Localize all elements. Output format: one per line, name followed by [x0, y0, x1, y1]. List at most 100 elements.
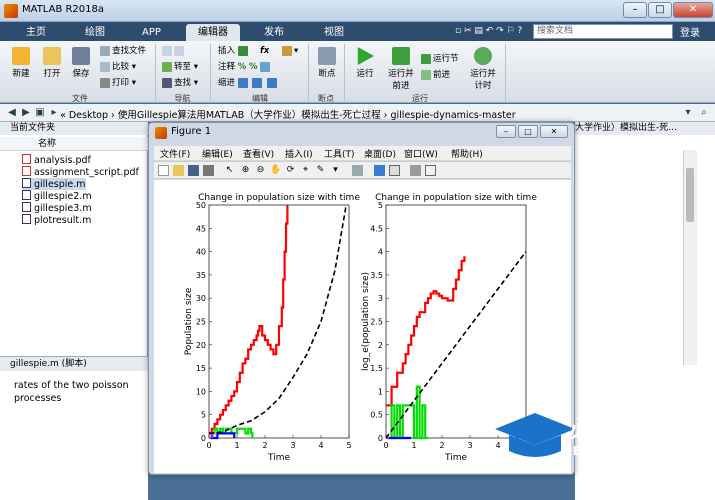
new-button[interactable]: 新建	[4, 47, 38, 79]
print-button[interactable]: 打印 ▾	[100, 77, 136, 90]
file-item[interactable]: plotresult.m	[22, 214, 91, 226]
chart-title: Change in population size with time	[375, 193, 537, 203]
y-tick-label: 20	[196, 341, 206, 350]
y-tick-label: 0	[201, 434, 206, 443]
zoom-in-icon[interactable]: ⊕	[240, 165, 251, 176]
quick-access-toolbar[interactable]: ▫ ✂ ▤ ↶ ↷ ⚐ ?	[455, 26, 530, 38]
close-button[interactable]: ✕	[673, 2, 713, 18]
menu-window[interactable]: 窗口(W)	[404, 147, 438, 160]
print-figure-icon[interactable]	[203, 165, 214, 176]
menu-insert[interactable]: 插入(I)	[285, 147, 313, 160]
file-item[interactable]: gillespie3.m	[22, 202, 92, 214]
find-files-label: 查找文件	[112, 46, 147, 56]
login-link[interactable]: 登录	[680, 24, 700, 39]
insert-button[interactable]: 插入	[218, 45, 250, 58]
figure-close-button[interactable]: ✕	[540, 125, 568, 138]
run-advance-icon	[392, 47, 410, 65]
tab-plots[interactable]: 绘图	[73, 24, 117, 41]
compare-button[interactable]: 比较 ▾	[100, 61, 136, 74]
y-tick-label: 5	[201, 411, 206, 420]
tab-apps[interactable]: APP	[130, 24, 173, 41]
legend-icon[interactable]	[389, 165, 400, 176]
find-files-button[interactable]: 查找文件	[100, 45, 146, 58]
pointer-icon[interactable]: ↖	[224, 165, 235, 176]
advance-button[interactable]: 前进	[421, 69, 450, 82]
watermark-text: 必过源码	[570, 416, 674, 444]
zoom-out-icon[interactable]: ⊖	[255, 165, 266, 176]
menu-help[interactable]: 帮助(H)	[451, 147, 483, 160]
find-button[interactable]: 查找 ▾	[162, 77, 198, 90]
print-icon	[100, 77, 110, 88]
open-file-icon[interactable]	[173, 165, 184, 176]
breakpoints-button[interactable]: 断点	[310, 47, 344, 79]
show-plot-tools-icon[interactable]	[425, 165, 436, 176]
tab-view[interactable]: 视图	[312, 24, 356, 41]
tab-home[interactable]: 主页	[14, 24, 58, 41]
axes-left[interactable]: 0 1 2 3 4 505101520253035404550Change in popu…	[184, 193, 360, 463]
back-icon[interactable]: ◀	[6, 107, 18, 119]
plot-area	[208, 204, 350, 439]
file-name: gillespie2.m	[34, 191, 92, 202]
brush-icon[interactable]: ✎	[315, 165, 326, 176]
file-group-label: 文件	[72, 94, 88, 103]
pan-icon[interactable]: ✋	[270, 165, 281, 176]
link-plot-icon[interactable]	[352, 165, 363, 176]
figure-maximize-button[interactable]: □	[518, 125, 538, 138]
scrollbar-thumb[interactable]	[686, 168, 694, 222]
menu-desktop[interactable]: 桌面(D)	[364, 147, 396, 160]
figure-title: Figure 1	[171, 126, 212, 137]
tab-editor[interactable]: 编辑器	[186, 24, 240, 41]
new-figure-icon[interactable]	[158, 165, 169, 176]
menu-tools[interactable]: 工具(T)	[324, 147, 355, 160]
nav-arrows[interactable]	[162, 45, 186, 58]
forward-icon[interactable]: ▶	[20, 107, 32, 119]
save-figure-icon[interactable]	[188, 165, 199, 176]
figure-minimize-button[interactable]: –	[496, 125, 516, 138]
find-label: 查找	[174, 78, 192, 88]
search-folder-icon[interactable]: ⌕	[698, 107, 710, 119]
fx-dropdown[interactable]: ▾	[282, 45, 298, 58]
menu-edit[interactable]: 编辑(E)	[202, 147, 233, 160]
x-tick-label: 3	[467, 441, 472, 450]
save-button[interactable]: 保存	[64, 47, 98, 79]
maximize-button[interactable]: □	[648, 2, 672, 18]
up-folder-icon[interactable]: ▣	[34, 107, 46, 119]
run-section-button[interactable]: 运行节	[421, 53, 459, 66]
goto-button[interactable]: 转至 ▾	[162, 61, 198, 74]
menu-file[interactable]: 文件(F)	[160, 147, 190, 160]
figure-logo-icon	[155, 127, 167, 139]
file-item[interactable]: gillespie2.m	[22, 190, 92, 202]
window-title: MATLAB R2018a	[22, 4, 105, 15]
insert-icon	[237, 45, 248, 56]
details-panel: gillespie.m (脚本) rates of the two poisso…	[0, 356, 148, 500]
file-item[interactable]: assignment_script.pdf	[22, 166, 139, 178]
x-axis-label: Time	[267, 453, 290, 463]
colorbar-icon[interactable]	[374, 165, 385, 176]
search-input[interactable]: 搜索文档	[533, 24, 673, 39]
path-breadcrumb[interactable]: « Desktop › 使用Gillespie算法用MATLAB（大学作业）模拟…	[60, 107, 516, 121]
rotate-icon[interactable]: ⟳	[285, 165, 296, 176]
fx-button[interactable]: fx	[260, 45, 269, 58]
path-dropdown-icon[interactable]: ▾	[682, 107, 694, 119]
tab-publish[interactable]: 发布	[252, 24, 296, 41]
indent-label: 缩进	[218, 78, 236, 88]
comment-button[interactable]: 注释 % %	[218, 61, 272, 74]
data-cursor-icon[interactable]: ⌖	[300, 165, 311, 176]
run-time-button[interactable]: 运行并 计时	[466, 47, 500, 91]
run-advance-button[interactable]: 运行并 前进	[384, 47, 418, 91]
file-item-selected[interactable]: gillespie.m	[22, 178, 86, 190]
print-label: 打印	[112, 78, 130, 88]
file-item[interactable]: analysis.pdf	[22, 154, 91, 166]
hide-plot-tools-icon[interactable]	[410, 165, 421, 176]
browse-icon[interactable]: ▸	[48, 107, 60, 119]
column-header-name[interactable]: 名称	[0, 137, 148, 151]
brush-dropdown-icon[interactable]: ▾	[330, 165, 341, 176]
save-label: 保存	[72, 69, 90, 79]
minimize-button[interactable]: –	[623, 2, 647, 18]
indent-button[interactable]: 缩进	[218, 77, 279, 90]
menu-view[interactable]: 查看(V)	[243, 147, 274, 160]
ribbon-separator	[505, 44, 506, 101]
run-button[interactable]: 运行	[348, 47, 382, 79]
insert-label: 插入	[218, 46, 236, 56]
y-tick-label: 2	[378, 341, 383, 350]
